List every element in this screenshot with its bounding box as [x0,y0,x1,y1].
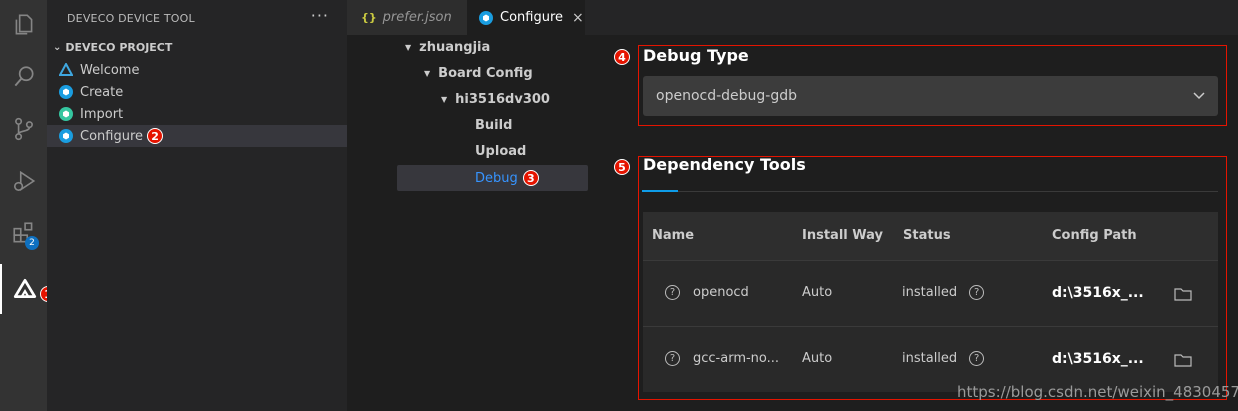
help-icon[interactable]: ? [969,351,985,366]
extensions-badge: 2 [25,236,39,250]
section-label: DEVECO PROJECT [65,41,173,54]
help-icon[interactable]: ? [969,285,985,300]
caret-down-icon: ▼ [441,95,448,104]
install-way-cell: Auto [802,351,833,366]
sidebar-title: DEVECO DEVICE TOOL [67,12,195,25]
tree-label: Debug [475,170,518,186]
deveco-logo-icon [59,63,73,76]
table-row: ? openocd Auto installed ? d:\3516x_... [643,260,1218,326]
config-path-cell: d:\3516x_... [1052,285,1144,301]
source-control-activity[interactable] [0,104,47,154]
active-tab-underline [642,190,678,192]
tree-label: Upload [475,144,527,159]
more-actions-icon[interactable]: ··· [311,6,329,25]
sidebar-item-welcome[interactable]: Welcome [47,59,347,81]
sidebar-item-label: Import [80,106,124,122]
debug-type-select[interactable]: openocd-debug-gdb [643,76,1218,116]
dependency-title: Dependency Tools [643,155,806,174]
json-icon: {} [361,11,377,24]
chevron-down-icon: ⌄ [53,42,62,53]
tab-prefer-json[interactable]: {} prefer.json [347,0,467,35]
status-text: installed [902,285,958,300]
files-icon [15,14,32,35]
marker-3: 3 [522,170,539,186]
tab-configure[interactable]: Configure × [467,0,585,35]
tree-label: Build [475,118,513,133]
marker-2: 2 [147,128,164,144]
column-header-name: Name [652,228,695,243]
tab-label: prefer.json [382,10,452,25]
tool-name: openocd [693,285,749,300]
tree-label: hi3516dv300 [455,92,550,107]
status-cell: installed ? [902,351,985,366]
marker-5: 5 [614,159,630,175]
chevron-down-icon [1193,92,1205,100]
tree-debug[interactable]: Debug 3 [475,170,539,186]
editor-tab-bar: {} prefer.json Configure × [347,0,1238,35]
name-cell: ? openocd [665,285,749,300]
activity-bar: 2 1 [0,0,56,411]
debug-type-title: Debug Type [643,46,749,65]
sidebar-item-label: Configure [80,128,144,144]
configure-icon [59,129,73,143]
section-header[interactable]: ⌄ DEVECO PROJECT [53,41,172,54]
tool-name: gcc-arm-no... [693,351,780,366]
close-icon[interactable]: × [572,10,584,26]
tree-board-config[interactable]: ▼ Board Config [424,66,533,81]
folder-icon[interactable] [1174,353,1192,367]
tree-board[interactable]: ▼ hi3516dv300 [441,92,550,107]
sidebar-item-import[interactable]: Import [47,103,347,125]
deveco-icon [13,278,36,298]
caret-down-icon: ▼ [424,69,431,78]
dependency-table: Name Install Way Status Config Path ? op… [643,212,1218,392]
sidebar-item-create[interactable]: Create [47,81,347,103]
tree-build[interactable]: Build [475,118,512,133]
status-cell: installed ? [902,285,985,300]
section-divider [642,191,1218,192]
run-debug-activity[interactable] [0,156,47,206]
marker-4: 4 [614,49,630,65]
tree-label: zhuangjia [419,40,491,55]
configure-icon [479,10,493,25]
sidebar-item-label: Welcome [80,62,140,78]
debug-type-value: openocd-debug-gdb [656,88,797,104]
config-path-cell: d:\3516x_... [1052,351,1144,367]
create-icon [59,85,73,99]
sidebar-item-configure[interactable]: Configure 2 [47,125,347,147]
search-activity[interactable] [0,52,47,102]
run-debug-icon [13,170,35,192]
table-header: Name Install Way Status Config Path [643,212,1218,260]
tree-label: Board Config [438,66,533,81]
tree-project[interactable]: ▼ zhuangjia [405,40,490,55]
deveco-activity[interactable]: 1 [0,264,56,314]
search-icon [14,66,34,87]
tab-label: Configure [500,10,564,25]
name-cell: ? gcc-arm-no... [665,351,779,366]
help-icon[interactable]: ? [665,285,680,300]
column-header-config-path: Config Path [1052,228,1137,243]
source-control-icon [14,117,33,141]
extensions-activity[interactable]: 2 [0,208,47,258]
column-header-status: Status [903,228,951,243]
caret-down-icon: ▼ [405,43,412,52]
help-icon[interactable]: ? [665,351,680,366]
status-text: installed [902,351,958,366]
folder-icon[interactable] [1174,287,1192,301]
tree-upload[interactable]: Upload [475,144,526,159]
column-header-install-way: Install Way [802,228,883,243]
sidebar-item-label: Create [80,84,124,100]
sidebar: DEVECO DEVICE TOOL ··· ⌄ DEVECO PROJECT … [47,0,347,411]
vscode-window: 2 1 DEVECO DEVICE TOOL ··· ⌄ DEVECO PROJ… [0,0,1238,411]
import-icon [59,107,73,121]
explorer-activity[interactable] [0,0,47,50]
watermark: https://blog.csdn.net/weixin_48304573 [957,383,1238,401]
install-way-cell: Auto [802,285,833,300]
configure-editor: ▼ zhuangjia ▼ Board Config ▼ hi3516dv300… [347,35,1238,411]
